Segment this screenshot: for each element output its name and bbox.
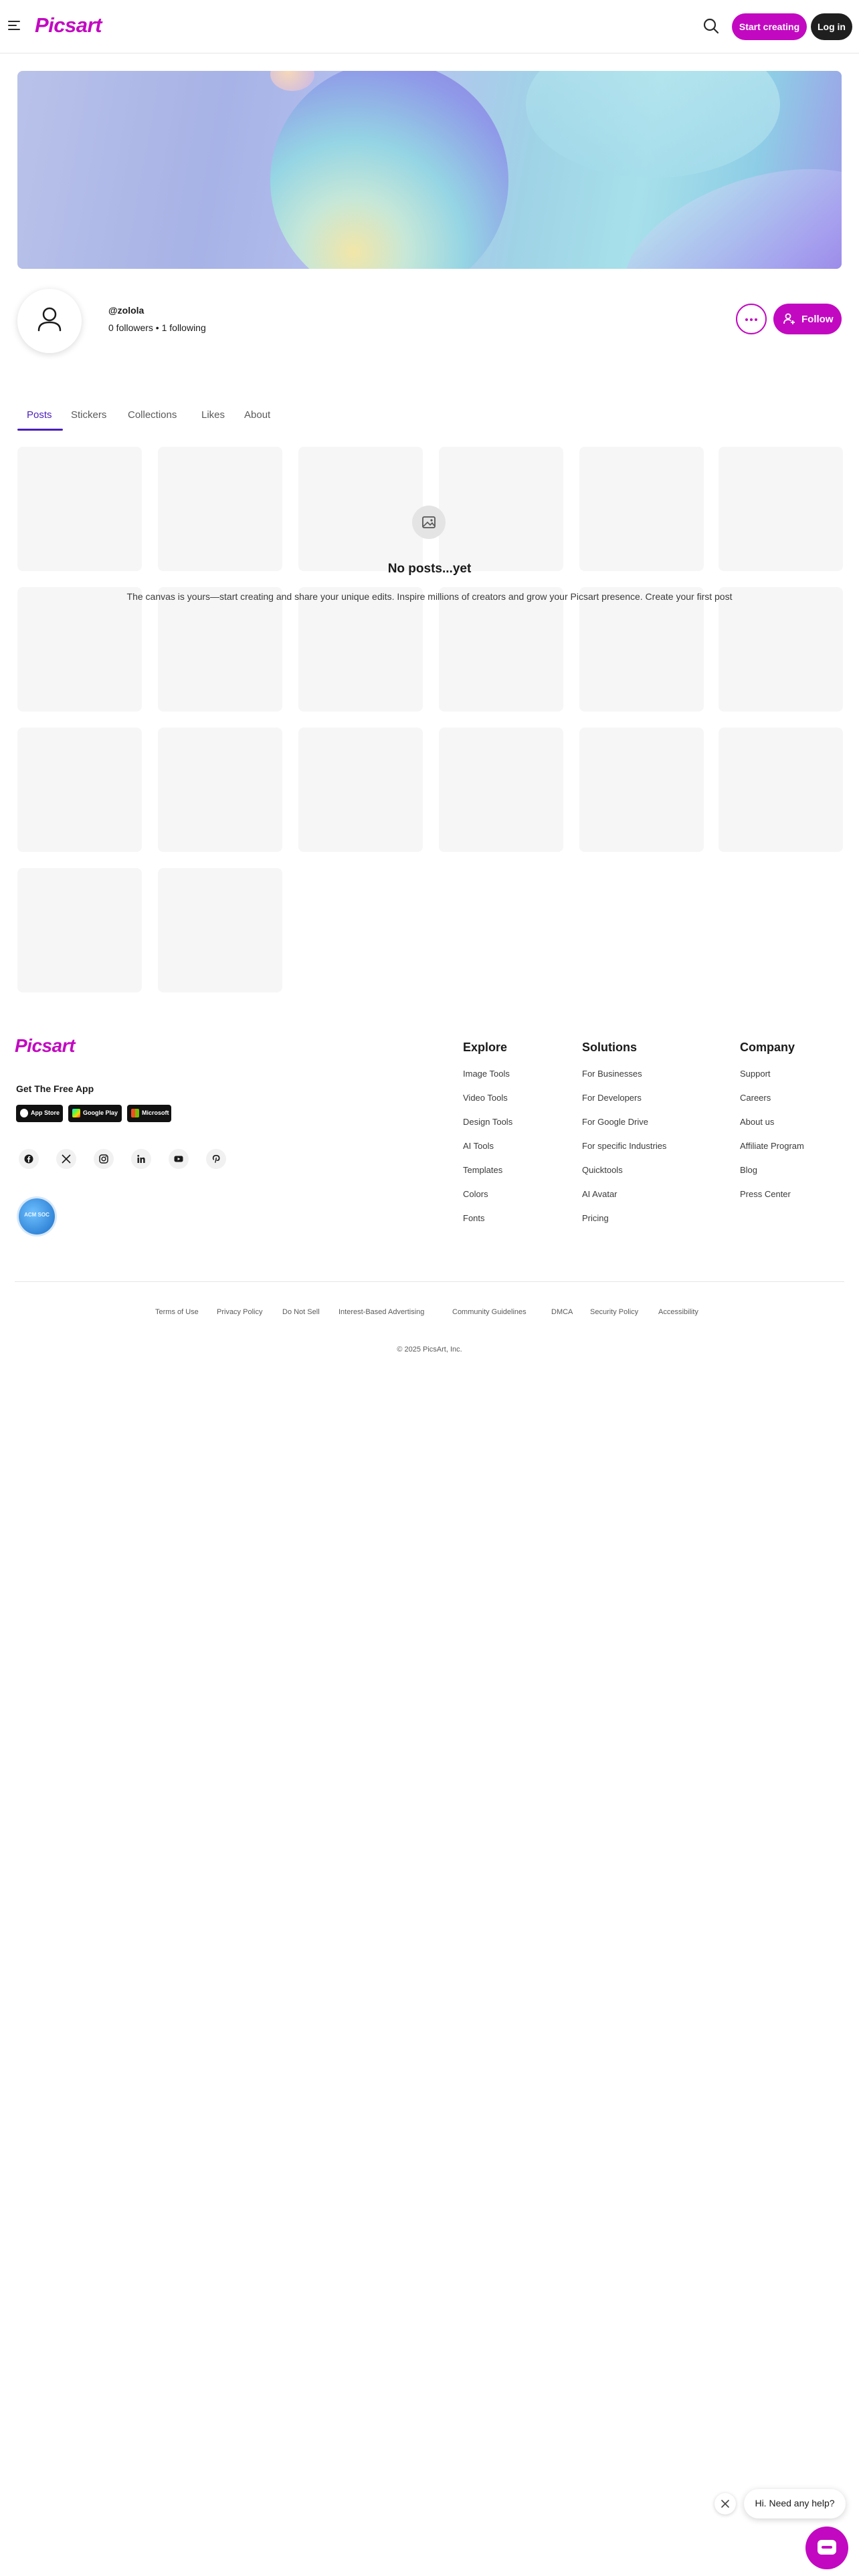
pinterest-icon[interactable] [206,1149,226,1169]
post-placeholder [579,447,704,571]
post-placeholder [439,447,563,571]
tab-collections[interactable]: Collections [128,409,177,421]
footer-link-support[interactable]: Support [740,1069,771,1079]
login-button[interactable]: Log in [811,13,852,40]
footer-link-colors[interactable]: Colors [463,1189,488,1199]
footer-link-careers[interactable]: Careers [740,1093,771,1103]
legal-link-security[interactable]: Security Policy [590,1308,638,1316]
legal-link-guidelines[interactable]: Community Guidelines [452,1308,527,1316]
post-placeholder [158,868,282,992]
picsart-logo[interactable]: Picsart [35,13,102,37]
footer-link-businesses[interactable]: For Businesses [582,1069,642,1079]
post-placeholder [579,587,704,712]
start-creating-button[interactable]: Start creating [732,13,807,40]
follow-label: Follow [801,314,834,325]
app-store-badge[interactable]: App Store [16,1105,63,1122]
footer-explore-title: Explore [463,1041,508,1054]
post-placeholder [719,728,843,852]
legal-link-privacy[interactable]: Privacy Policy [217,1308,262,1316]
footer-link-developers[interactable]: For Developers [582,1093,642,1103]
footer-link-about-us[interactable]: About us [740,1117,774,1127]
empty-state-text: The canvas is yours—start creating and s… [126,591,733,602]
post-placeholder [17,447,142,571]
footer-link-design-tools[interactable]: Design Tools [463,1117,512,1127]
footer-link-blog[interactable]: Blog [740,1165,757,1175]
footer-link-image-tools[interactable]: Image Tools [463,1069,510,1079]
copyright: © 2025 PicsArt, Inc. [397,1346,462,1354]
microsoft-store-badge[interactable]: Microsoft [127,1105,171,1122]
footer-link-ai-avatar[interactable]: AI Avatar [582,1189,617,1199]
legal-link-terms[interactable]: Terms of Use [155,1308,199,1316]
footer-link-industries[interactable]: For specific Industries [582,1141,666,1151]
footer-solutions-title: Solutions [582,1041,637,1054]
more-options-button[interactable] [736,304,767,334]
tab-likes[interactable]: Likes [201,409,225,421]
footer-logo[interactable]: Picsart [15,1035,75,1057]
post-placeholder [719,587,843,712]
post-placeholder [17,728,142,852]
active-tab-indicator [17,429,63,431]
post-placeholder [17,587,142,712]
tab-posts[interactable]: Posts [27,409,52,421]
tab-about[interactable]: About [244,409,270,421]
profile-cover-image [17,71,842,269]
post-placeholder [17,868,142,992]
post-placeholder [298,728,423,852]
legal-link-advertising[interactable]: Interest-Based Advertising [339,1308,424,1316]
post-placeholder [579,728,704,852]
profile-follow-stats[interactable]: 0 followers • 1 following [108,322,206,333]
legal-link-accessibility[interactable]: Accessibility [658,1308,698,1316]
post-placeholder [158,447,282,571]
chat-icon [818,2540,836,2555]
user-placeholder-icon [37,307,62,332]
footer-divider [15,1281,844,1282]
footer-link-affiliate[interactable]: Affiliate Program [740,1141,804,1151]
chat-greeting-bubble[interactable]: Hi. Need any help? [744,2489,846,2518]
footer-link-press-center[interactable]: Press Center [740,1189,791,1199]
footer-link-pricing[interactable]: Pricing [582,1213,609,1223]
linkedin-icon[interactable] [131,1149,151,1169]
menu-icon[interactable] [8,21,20,31]
legal-link-do-not-sell[interactable]: Do Not Sell [282,1308,320,1316]
add-user-icon [783,313,795,324]
profile-username: @zolola [108,305,145,316]
legal-link-dmca[interactable]: DMCA [551,1308,573,1316]
post-placeholder [158,587,282,712]
footer-link-google-drive[interactable]: For Google Drive [582,1117,648,1127]
post-placeholder [439,728,563,852]
google-play-badge[interactable]: Google Play [68,1105,122,1122]
instagram-icon[interactable] [94,1149,114,1169]
post-placeholder [439,587,563,712]
follow-button[interactable]: Follow [773,304,842,334]
x-icon[interactable] [56,1149,76,1169]
search-icon[interactable] [701,16,721,36]
post-placeholder [298,447,423,571]
top-navigation-bar: Picsart Start creating Log in [0,0,859,53]
footer-link-fonts[interactable]: Fonts [463,1213,485,1223]
avatar [17,289,82,353]
get-app-heading: Get The Free App [16,1083,94,1094]
tab-stickers[interactable]: Stickers [71,409,106,421]
no-posts-icon [412,506,446,539]
facebook-icon[interactable] [19,1149,39,1169]
post-placeholder [298,587,423,712]
post-placeholder [719,447,843,571]
youtube-icon[interactable] [169,1149,189,1169]
post-placeholder [158,728,282,852]
footer-link-templates[interactable]: Templates [463,1165,502,1175]
close-icon [721,2500,729,2508]
footer-company-title: Company [740,1041,795,1054]
empty-state-title: No posts...yet [387,562,472,576]
soc-certification-badge: ACM SOC [19,1198,55,1235]
chat-close-button[interactable] [714,2493,736,2514]
footer-link-video-tools[interactable]: Video Tools [463,1093,508,1103]
footer-link-quicktools[interactable]: Quicktools [582,1165,623,1175]
footer-link-ai-tools[interactable]: AI Tools [463,1141,494,1151]
chat-launcher-button[interactable] [805,2527,848,2569]
